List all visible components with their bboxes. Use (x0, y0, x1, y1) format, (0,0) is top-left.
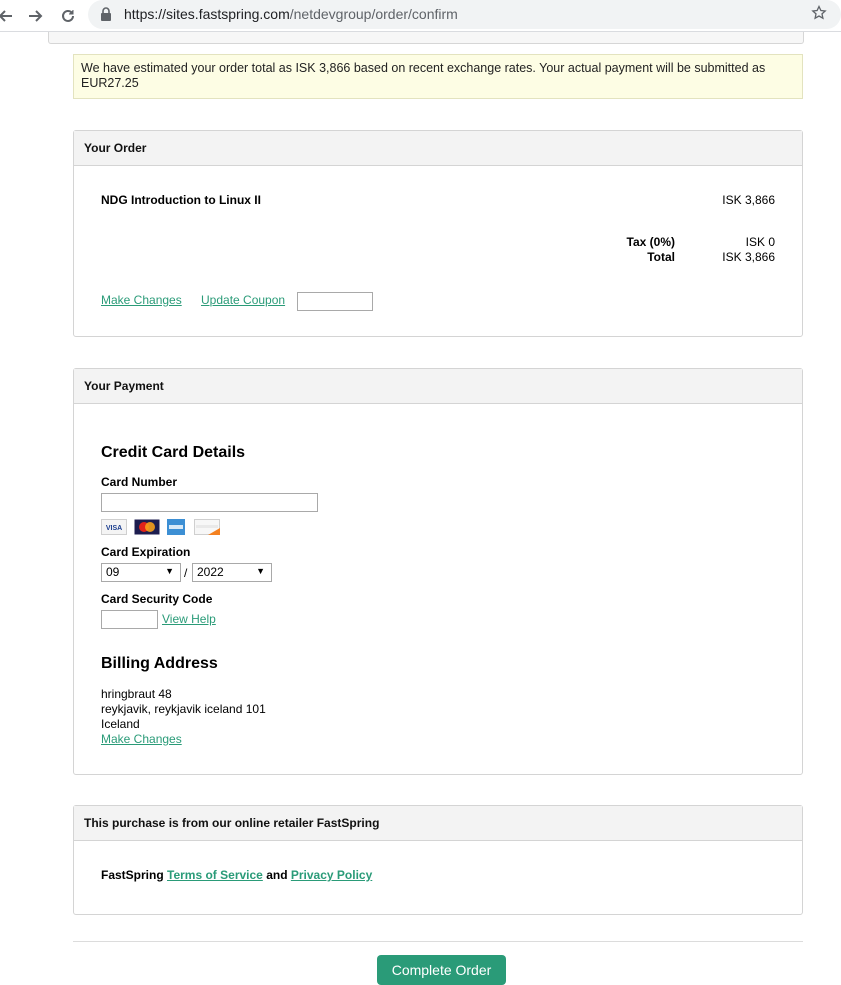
amex-icon (167, 519, 185, 535)
complete-order-button[interactable]: Complete Order (377, 955, 506, 985)
svg-text:VISA: VISA (106, 525, 122, 532)
address-bar[interactable]: https://sites.fastspring.com/netdevgroup… (88, 0, 841, 29)
coupon-input[interactable] (297, 292, 373, 311)
retailer-terms-text: FastSpring Terms of Service and Privacy … (101, 868, 372, 882)
security-code-label: Card Security Code (101, 592, 213, 606)
expiration-year-select[interactable]: 2022 ▼ (192, 563, 272, 582)
card-expiration-label: Card Expiration (101, 545, 191, 559)
url-path: /netdevgroup/order/confirm (289, 6, 458, 22)
tax-label: Tax (0%) (626, 235, 675, 249)
retailer-and: and (266, 868, 288, 882)
retailer-panel: This purchase is from our online retaile… (73, 805, 803, 915)
billing-address-heading: Billing Address (101, 655, 218, 672)
make-changes-link[interactable]: Make Changes (101, 293, 182, 307)
credit-card-heading: Credit Card Details (101, 444, 246, 461)
terms-of-service-link[interactable]: Terms of Service (167, 868, 263, 882)
expiration-month-select[interactable]: 09 ▼ (101, 563, 181, 582)
dropdown-arrow-icon: ▼ (256, 566, 265, 576)
reload-icon[interactable] (57, 5, 79, 27)
exchange-rate-notice: We have estimated your order total as IS… (73, 54, 803, 99)
product-price: ISK 3,866 (722, 193, 775, 207)
order-panel-title: Your Order (74, 131, 802, 166)
card-number-input[interactable] (101, 493, 318, 512)
divider (73, 941, 803, 942)
view-help-link[interactable]: View Help (162, 612, 216, 626)
bookmark-star-icon[interactable] (811, 4, 827, 26)
update-coupon-link[interactable]: Update Coupon (201, 293, 285, 307)
visa-icon: VISA (101, 519, 127, 535)
forward-arrow-icon[interactable] (25, 5, 47, 27)
billing-address-line3: Iceland (101, 717, 140, 731)
billing-address-line1: hringbraut 48 (101, 687, 172, 701)
lock-icon (100, 7, 112, 26)
security-code-input[interactable] (101, 610, 158, 629)
card-number-label: Card Number (101, 475, 178, 489)
payment-panel-title: Your Payment (74, 369, 802, 404)
url-host: https://sites.fastspring.com (124, 6, 290, 22)
browser-toolbar: https://sites.fastspring.com/netdevgroup… (0, 0, 841, 32)
previous-panel-edge (48, 32, 804, 44)
expiration-month-value: 09 (106, 565, 120, 579)
retailer-panel-title: This purchase is from our online retaile… (74, 806, 802, 841)
order-panel: Your Order (73, 130, 803, 337)
expiration-separator: / (184, 566, 188, 580)
expiration-year-value: 2022 (197, 565, 224, 579)
privacy-policy-link[interactable]: Privacy Policy (291, 868, 372, 882)
total-value: ISK 3,866 (722, 250, 775, 264)
dropdown-arrow-icon: ▼ (165, 566, 174, 576)
billing-make-changes-link[interactable]: Make Changes (101, 732, 182, 746)
total-label: Total (647, 250, 675, 264)
product-name: NDG Introduction to Linux II (101, 193, 261, 207)
discover-icon (194, 519, 220, 535)
mastercard-icon (134, 519, 160, 535)
retailer-prefix: FastSpring (101, 868, 164, 882)
tax-value: ISK 0 (745, 235, 775, 249)
back-arrow-icon[interactable] (0, 5, 16, 27)
billing-address-line2: reykjavik, reykjavik iceland 101 (101, 702, 266, 716)
url-text: https://sites.fastspring.com/netdevgroup… (124, 6, 458, 22)
